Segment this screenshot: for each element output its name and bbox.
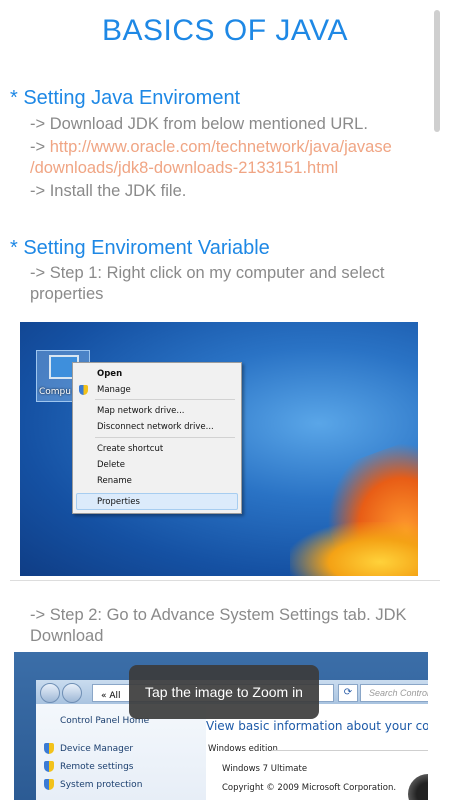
context-menu: Open Manage Map network drive... Disconn… <box>72 362 242 514</box>
computer-icon-label: Compu <box>39 387 71 397</box>
breadcrumb-text: « All <box>101 691 121 701</box>
refresh-icon: ⟳ <box>338 684 358 702</box>
menu-item-create-shortcut: Create shortcut <box>97 444 164 454</box>
menu-item-manage: Manage <box>97 385 131 395</box>
menu-item-properties: Properties <box>97 497 140 507</box>
forward-icon <box>62 683 82 703</box>
step-1-text: -> Step 1: Right click on my computer an… <box>30 264 385 303</box>
step-2-text: -> Step 2: Go to Advance System Settings… <box>30 606 407 645</box>
back-icon <box>40 683 60 703</box>
url-part-1[interactable]: http://www.oracle.com/technetwork/java/j… <box>50 138 392 156</box>
divider <box>10 580 440 581</box>
download-jdk-text: -> Download JDK from below mentioned URL… <box>30 115 368 133</box>
section-heading-java-environment: * Setting Java Enviroment <box>10 87 241 109</box>
search-input: Search Control Panel <box>360 684 428 702</box>
menu-divider <box>95 437 235 438</box>
page-title: BASICS OF JAVA <box>102 14 348 47</box>
zoom-toast: Tap the image to Zoom in <box>129 665 319 719</box>
arrow-prefix: -> <box>30 138 50 156</box>
jdk-url-link[interactable]: -> http://www.oracle.com/technetwork/jav… <box>30 137 392 158</box>
system-info-heading: View basic information about your comput… <box>206 719 428 733</box>
install-jdk-text: -> Install the JDK file. <box>30 182 187 200</box>
device-manager-link: Device Manager <box>60 744 134 754</box>
menu-item-rename: Rename <box>97 476 132 486</box>
step-1-screenshot[interactable]: Compu Open Manage Map network drive... D… <box>20 322 418 576</box>
remote-settings-link: Remote settings <box>60 762 134 772</box>
shield-icon <box>44 779 54 790</box>
section-heading-environment-variable: * Setting Enviroment Variable <box>10 237 270 259</box>
section-rule <box>272 750 428 751</box>
menu-divider <box>95 399 235 400</box>
wallpaper-glow <box>290 522 418 576</box>
shield-icon <box>79 385 88 395</box>
shield-icon <box>44 743 54 754</box>
menu-item-disconnect-network-drive: Disconnect network drive... <box>97 422 214 432</box>
windows-edition-label: Windows edition <box>208 744 278 754</box>
menu-item-open: Open <box>97 369 123 379</box>
url-part-2[interactable]: /downloads/jdk8-downloads-2133151.html <box>30 158 338 179</box>
copyright-text: Copyright © 2009 Microsoft Corporation. <box>222 783 397 793</box>
menu-item-map-network-drive: Map network drive... <box>97 406 185 416</box>
menu-item-delete: Delete <box>97 460 125 470</box>
edition-value: Windows 7 Ultimate <box>222 764 308 774</box>
system-protection-link: System protection <box>60 780 143 790</box>
shield-icon <box>44 761 54 772</box>
scrollbar[interactable] <box>434 10 440 132</box>
